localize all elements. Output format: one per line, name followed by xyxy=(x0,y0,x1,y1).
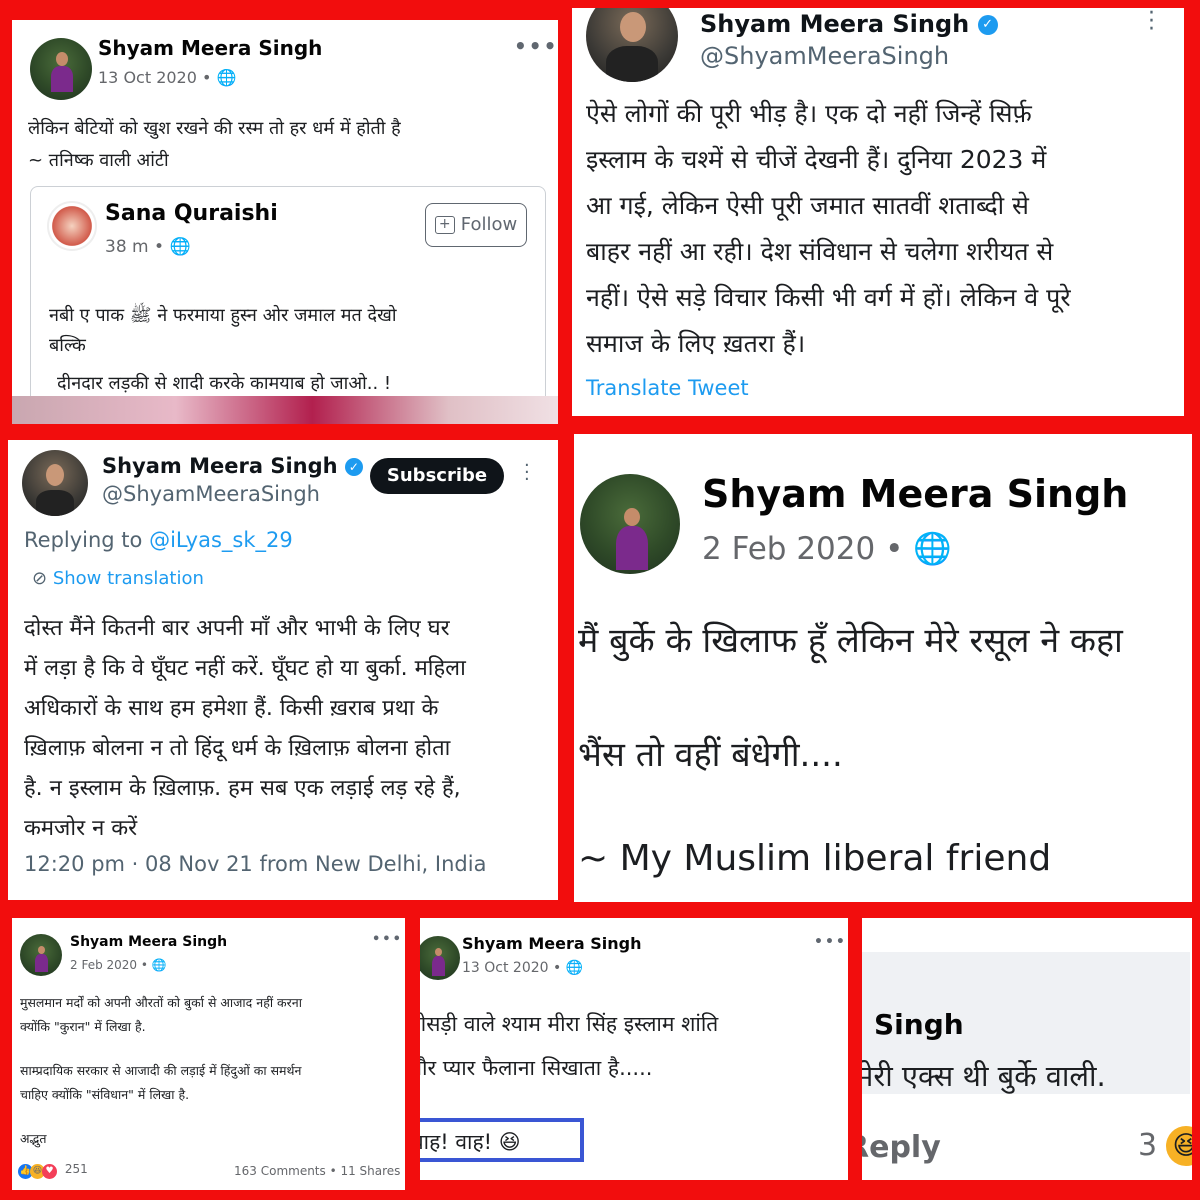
replying-to-user-link[interactable]: @iLyas_sk_29 xyxy=(149,528,293,552)
author-name[interactable]: Shyam Meera Singh xyxy=(70,934,227,950)
highlight-text: वाह! वाह! 😆 xyxy=(420,1130,521,1154)
post-text-line: मुसलमान मर्दों को अपनी औरतों को बुर्का स… xyxy=(20,995,302,1010)
author-name-text: Shyam Meera Singh xyxy=(700,10,970,38)
commenter-name[interactable]: Singh xyxy=(874,1008,964,1041)
reaction-count: 3 xyxy=(1138,1128,1158,1163)
tweet-text-line: है. न इस्लाम के ख़िलाफ़. हम सब एक लड़ाई … xyxy=(24,776,461,801)
author-name[interactable]: Shyam Meera Singh ✓ xyxy=(700,10,998,38)
shared-post-time: 38 m • 🌐 xyxy=(105,237,191,257)
post-date-text: 13 Oct 2020 • xyxy=(462,960,566,976)
avatar[interactable] xyxy=(30,38,92,100)
post-date-text: 13 Oct 2020 • xyxy=(98,68,217,87)
post-text-line: चाहिए क्योंकि "संविधान" में लिखा है. xyxy=(20,1087,190,1102)
tweet-text-line: ख़िलाफ़ बोलना न तो हिंदू धर्म के ख़िलाफ़… xyxy=(24,736,451,761)
tweet-text-line: इस्लाम के चश्में से चीजें देखनी हैं। दुन… xyxy=(586,145,1047,174)
more-options-icon[interactable]: · · · xyxy=(524,457,530,489)
comment-text: मेरी एक्स थी बुर्के वाली. xyxy=(862,1059,1106,1093)
love-reaction-icon: ♥ xyxy=(42,1164,57,1179)
post-text-line: अद्भुत xyxy=(20,1131,47,1146)
author-handle[interactable]: @ShyamMeeraSingh xyxy=(700,42,949,70)
highlight-box: वाह! वाह! 😆 xyxy=(420,1118,584,1162)
post-text-line: ~ तनिष्क वाली आंटी xyxy=(28,150,169,171)
tweet-text-line: नहीं। ऐसे सड़े विचार किसी भी वर्ग में हो… xyxy=(586,283,1071,312)
avatar[interactable] xyxy=(420,936,460,980)
post-date-text: 2 Feb 2020 • xyxy=(702,531,914,567)
post-text-line: मैं बुर्के के खिलाफ हूँ लेकिन मेरे रसूल … xyxy=(578,621,1123,661)
post-panel-7: Singh मेरी एक्स थी बुर्के वाली. Reply 3 … xyxy=(862,918,1192,1180)
globe-icon: 🌐 xyxy=(565,960,584,976)
show-translation-label: Show translation xyxy=(52,568,204,589)
shared-text-line: दीनदार लड़की से शादी करके कामयाब हो जाओ.… xyxy=(57,373,392,394)
tweet-text-line: कमजोर न करें xyxy=(24,816,138,841)
globe-icon: 🌐 xyxy=(169,237,191,257)
translate-tweet-link[interactable]: Translate Tweet xyxy=(586,376,749,400)
avatar[interactable] xyxy=(586,8,678,82)
tweet-text-line: में लड़ा है कि वे घूँघट नहीं करें. घूँघट… xyxy=(24,656,466,681)
post-panel-4: Shyam Meera Singh 2 Feb 2020 • 🌐 मैं बुर… xyxy=(574,434,1192,902)
more-options-icon[interactable]: ••• xyxy=(514,34,558,58)
avatar[interactable] xyxy=(47,201,97,251)
globe-icon: 🌐 xyxy=(151,958,167,972)
reactions-summary[interactable]: 👍 😆 ♥ 251 xyxy=(18,1162,88,1179)
tweet-text-line: दोस्त मैंने कितनी बार अपनी माँ और भाभी क… xyxy=(24,616,450,641)
verified-badge-icon: ✓ xyxy=(977,15,998,35)
post-text-line: भैंस तो वहीं बंधेगी.... xyxy=(578,735,843,775)
tweet-text-line: समाज के लिए ख़तरा हैं। xyxy=(586,329,806,358)
shared-post-card[interactable]: Sana Quraishi 38 m • 🌐 + Follow नबी ए पाक… xyxy=(30,186,546,424)
show-translation-link[interactable]: ⊘ Show translation xyxy=(32,568,204,589)
more-options-icon[interactable]: · · · xyxy=(1148,8,1155,41)
author-name[interactable]: Shyam Meera Singh xyxy=(702,472,1128,516)
author-name[interactable]: Shyam Meera Singh xyxy=(462,934,642,953)
post-panel-2: Shyam Meera Singh ✓ @ShyamMeeraSingh · · ·… xyxy=(572,8,1184,416)
post-panel-1: Shyam Meera Singh 13 Oct 2020 • 🌐 ••• ले… xyxy=(12,20,558,424)
post-text-line: साम्प्रदायिक सरकार से आजादी की लड़ाई में… xyxy=(20,1063,302,1078)
shared-image-strip xyxy=(12,396,558,424)
more-options-icon[interactable]: ••• xyxy=(814,934,847,950)
author-handle[interactable]: @ShyamMeeraSingh xyxy=(102,482,320,506)
post-text-line: और प्यार फैलाना सिखाता है..... xyxy=(420,1056,653,1080)
tweet-text-line: अधिकारों के साथ हम हमेशा हैं. किसी ख़राब… xyxy=(24,696,439,721)
avatar[interactable] xyxy=(580,474,680,574)
post-panel-5: Shyam Meera Singh 2 Feb 2020 • 🌐 ••• मुस… xyxy=(12,918,405,1190)
follow-label: Follow xyxy=(460,214,518,235)
post-date-text: 2 Feb 2020 • xyxy=(70,958,152,972)
verified-badge-icon: ✓ xyxy=(344,458,363,476)
reactions-count: 251 xyxy=(64,1162,88,1176)
post-text-line: क्योंकि "कुरान" में लिखा है. xyxy=(20,1019,146,1034)
translate-icon: ⊘ xyxy=(32,568,48,589)
comments-shares-count[interactable]: 163 Comments • 11 Shares xyxy=(234,1164,400,1178)
tweet-timestamp[interactable]: 12:20 pm · 08 Nov 21 from New Delhi, Ind… xyxy=(24,852,486,876)
replying-to-prefix: Replying to xyxy=(24,528,150,552)
post-date: 13 Oct 2020 • 🌐 xyxy=(462,960,583,976)
shared-author-name[interactable]: Sana Quraishi xyxy=(105,201,278,226)
avatar[interactable] xyxy=(20,934,62,976)
replying-to: Replying to @iLyas_sk_29 xyxy=(24,528,293,552)
add-friend-icon: + xyxy=(434,216,455,234)
subscribe-button[interactable]: Subscribe xyxy=(370,458,504,494)
author-name[interactable]: Shyam Meera Singh xyxy=(98,36,322,60)
tweet-text-line: ऐसे लोगों की पूरी भीड़ है। एक दो नहीं जि… xyxy=(586,99,1032,128)
author-name-text: Shyam Meera Singh xyxy=(102,454,338,478)
reply-link[interactable]: Reply xyxy=(862,1130,941,1165)
shared-post-time-text: 38 m • xyxy=(105,237,170,257)
haha-reaction-icon: 😆 xyxy=(1166,1126,1192,1166)
post-date: 2 Feb 2020 • 🌐 xyxy=(70,958,167,972)
tweet-text-line: बाहर नहीं आ रही। देश संविधान से चलेगा शर… xyxy=(586,237,1054,266)
post-text-line: ~ My Muslim liberal friend xyxy=(578,838,1052,879)
globe-icon: 🌐 xyxy=(216,68,237,87)
post-panel-6: Shyam Meera Singh 13 Oct 2020 • 🌐 ••• भो… xyxy=(420,918,848,1180)
shared-text-line: बल्कि xyxy=(49,335,86,356)
author-name[interactable]: Shyam Meera Singh ✓ xyxy=(102,454,363,478)
shared-text-line: नबी ए पाक ﷺ ने फरमाया हुस्न ओर जमाल मत द… xyxy=(49,305,397,326)
post-date: 2 Feb 2020 • 🌐 xyxy=(702,530,952,567)
more-options-icon[interactable]: ••• xyxy=(372,932,403,947)
avatar[interactable] xyxy=(22,450,88,516)
post-panel-3: Shyam Meera Singh ✓ @ShyamMeeraSingh Sub… xyxy=(8,440,558,900)
follow-button[interactable]: + Follow xyxy=(425,203,527,247)
post-date: 13 Oct 2020 • 🌐 xyxy=(98,68,236,87)
globe-icon: 🌐 xyxy=(913,531,952,567)
post-text-line: लेकिन बेटियों को खुश रखने की रस्म तो हर … xyxy=(28,118,401,139)
tweet-text-line: आ गई, लेकिन ऐसी पूरी जमात सातवीं शताब्दी… xyxy=(586,191,1029,220)
post-text-line: भोसड़ी वाले श्याम मीरा सिंह इस्लाम शांति xyxy=(420,1012,719,1036)
